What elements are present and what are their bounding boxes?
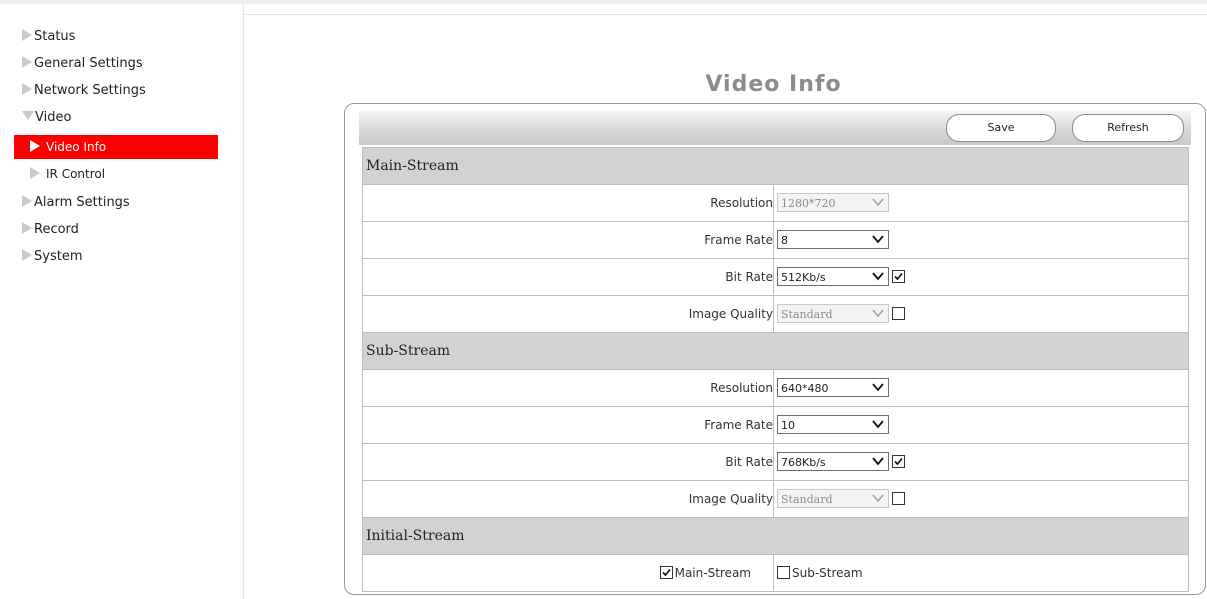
chevron-down-icon [872, 457, 884, 466]
image-quality-label: Image Quality [363, 481, 774, 517]
table-row: Image Quality Standard [362, 296, 1189, 333]
section-heading-sub-stream: Sub-Stream [362, 333, 1189, 370]
refresh-button[interactable]: Refresh [1072, 114, 1184, 142]
initial-sub-stream-label: Sub-Stream [792, 566, 863, 580]
table-row: Bit Rate 512Kb/s [362, 259, 1189, 296]
resolution-label: Resolution [363, 370, 774, 406]
sub-image-quality-select[interactable]: Standard [777, 489, 889, 508]
frame-rate-label: Frame Rate [363, 407, 774, 443]
page: Status General Settings Network Settings… [0, 0, 1207, 599]
triangle-right-icon [22, 195, 32, 207]
triangle-right-icon [22, 222, 32, 234]
sub-image-quality-checkbox[interactable] [892, 492, 905, 505]
table-row: Bit Rate 768Kb/s [362, 444, 1189, 481]
initial-sub-stream-checkbox[interactable] [777, 566, 790, 579]
checkmark-icon [894, 272, 903, 281]
section-heading-initial-stream: Initial-Stream [362, 518, 1189, 555]
triangle-down-icon [22, 111, 34, 120]
main-frame-rate-select[interactable]: 8 [777, 230, 889, 249]
triangle-right-icon [30, 140, 40, 152]
chevron-down-icon [872, 272, 884, 281]
triangle-right-icon [30, 167, 40, 179]
select-value: Standard [781, 493, 833, 506]
bit-rate-label: Bit Rate [363, 444, 774, 480]
chevron-down-icon [872, 383, 884, 392]
image-quality-control: Standard [777, 304, 905, 324]
settings-table: Main-Stream Resolution 1280*720 Frame Ra… [362, 147, 1189, 592]
sidebar-item-system[interactable]: System [22, 246, 82, 268]
sidebar-subitem-video-info[interactable]: Video Info [14, 135, 218, 159]
frame-rate-control: 10 [777, 415, 889, 435]
triangle-right-icon [22, 56, 32, 68]
initial-main-stream-checkbox[interactable] [659, 566, 673, 579]
table-row: Frame Rate 10 [362, 407, 1189, 444]
resolution-label: Resolution [363, 185, 774, 221]
toolbar: Save Refresh [359, 111, 1191, 145]
image-quality-control: Standard [777, 489, 905, 509]
select-value: Standard [781, 308, 833, 321]
checkmark-icon [894, 457, 903, 466]
select-value: 640*480 [781, 382, 829, 395]
select-value: 1280*720 [781, 197, 836, 210]
sub-resolution-select[interactable]: 640*480 [777, 378, 889, 397]
table-row: Main-Stream Sub-Stream [362, 555, 1189, 592]
select-value: 768Kb/s [781, 456, 826, 469]
sub-frame-rate-select[interactable]: 10 [777, 415, 889, 434]
sidebar-item-record[interactable]: Record [22, 219, 79, 241]
sidebar-item-label: Video [35, 110, 72, 125]
bit-rate-label: Bit Rate [363, 259, 774, 295]
initial-main-stream-label: Main-Stream [674, 566, 751, 580]
sidebar-item-status[interactable]: Status [22, 26, 75, 48]
sidebar-item-label: General Settings [34, 56, 143, 71]
section-heading-main-stream: Main-Stream [362, 147, 1189, 185]
resolution-control: 1280*720 [777, 193, 889, 213]
initial-main-stream-option[interactable]: Main-Stream [363, 555, 774, 591]
triangle-right-icon [22, 29, 32, 41]
bit-rate-control: 768Kb/s [777, 452, 905, 472]
sub-bit-rate-checkbox[interactable] [892, 455, 905, 468]
table-row: Frame Rate 8 [362, 222, 1189, 259]
checkmark-icon [662, 568, 671, 577]
sidebar-item-label: Record [34, 222, 79, 237]
initial-sub-stream-option[interactable]: Sub-Stream [777, 555, 863, 591]
main-bit-rate-select[interactable]: 512Kb/s [777, 267, 889, 286]
sidebar-subitem-ir-control[interactable]: IR Control [14, 162, 218, 186]
main-image-quality-select[interactable]: Standard [777, 304, 889, 323]
main-resolution-select[interactable]: 1280*720 [777, 193, 889, 212]
triangle-right-icon [22, 249, 32, 261]
sub-bit-rate-select[interactable]: 768Kb/s [777, 452, 889, 471]
bit-rate-control: 512Kb/s [777, 267, 905, 287]
table-row: Resolution 1280*720 [362, 185, 1189, 222]
chevron-down-icon [872, 494, 884, 503]
video-info-panel: Save Refresh Main-Stream Resolution 1280… [344, 103, 1206, 595]
main-bit-rate-checkbox[interactable] [892, 270, 905, 283]
chevron-down-icon [872, 235, 884, 244]
sidebar-subitem-label: Video Info [46, 140, 107, 154]
select-value: 512Kb/s [781, 271, 826, 284]
frame-rate-label: Frame Rate [363, 222, 774, 258]
image-quality-label: Image Quality [363, 296, 774, 332]
sidebar-item-label: Status [34, 29, 76, 44]
sidebar-item-label: Alarm Settings [34, 195, 130, 210]
sidebar-item-video[interactable]: Video [22, 107, 71, 129]
main-image-quality-checkbox[interactable] [892, 307, 905, 320]
chevron-down-icon [872, 420, 884, 429]
sidebar-subitem-label: IR Control [46, 167, 106, 181]
save-button[interactable]: Save [946, 114, 1056, 142]
table-row: Resolution 640*480 [362, 370, 1189, 407]
resolution-control: 640*480 [777, 378, 889, 398]
select-value: 8 [781, 234, 788, 247]
chevron-down-icon [872, 198, 884, 207]
table-row: Image Quality Standard [362, 481, 1189, 518]
sidebar-item-alarm-settings[interactable]: Alarm Settings [22, 192, 130, 214]
select-value: 10 [781, 419, 795, 432]
frame-rate-control: 8 [777, 230, 889, 250]
sidebar-item-label: System [34, 249, 83, 264]
chevron-down-icon [872, 309, 884, 318]
page-title: Video Info [705, 72, 842, 97]
